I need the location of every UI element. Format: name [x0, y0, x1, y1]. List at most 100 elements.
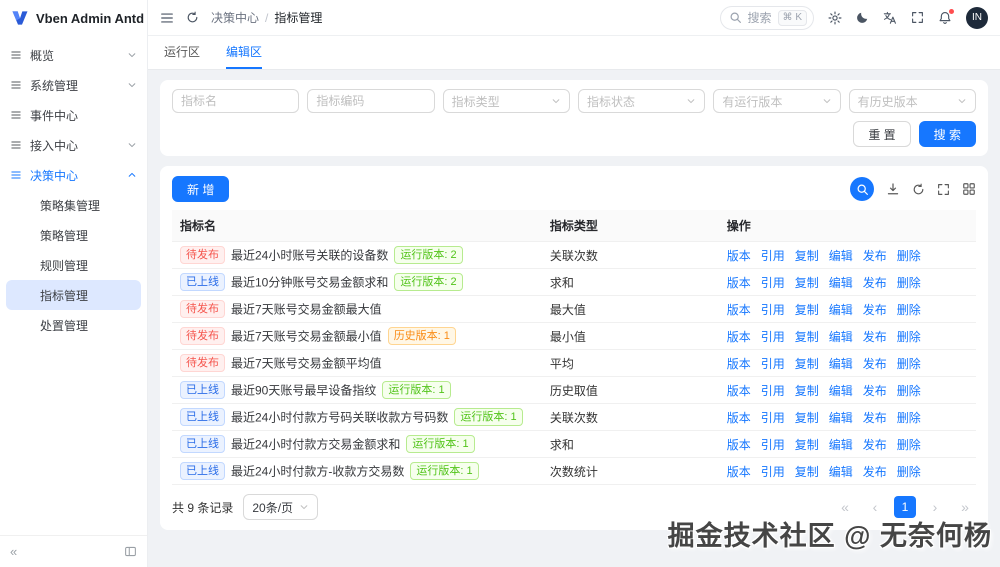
- pagination-prev[interactable]: ‹: [864, 496, 886, 518]
- action-version[interactable]: 版本: [727, 382, 751, 399]
- filter-select[interactable]: 有运行版本: [713, 89, 841, 113]
- action-version[interactable]: 版本: [727, 463, 751, 480]
- filter-select[interactable]: 有历史版本: [848, 89, 976, 113]
- action-copy[interactable]: 复制: [795, 355, 819, 372]
- action-delete[interactable]: 删除: [897, 355, 921, 372]
- menu-toggle-icon[interactable]: [160, 11, 174, 25]
- action-edit[interactable]: 编辑: [829, 274, 853, 291]
- action-copy[interactable]: 复制: [795, 463, 819, 480]
- action-copy[interactable]: 复制: [795, 247, 819, 264]
- sidebar-item[interactable]: 系统管理: [0, 70, 147, 100]
- action-version[interactable]: 版本: [727, 436, 751, 453]
- action-reference[interactable]: 引用: [761, 436, 785, 453]
- pagination-next[interactable]: ›: [924, 496, 946, 518]
- action-copy[interactable]: 复制: [795, 328, 819, 345]
- page-refresh-icon[interactable]: [186, 11, 199, 24]
- download-icon[interactable]: [886, 182, 900, 196]
- action-reference[interactable]: 引用: [761, 301, 785, 318]
- filter-select[interactable]: 指标状态: [577, 89, 706, 113]
- table-row: 待发布 最近7天账号交易金额最小值 历史版本: 1 最小值 版本 引用 复制 编辑 发布 删除: [172, 322, 976, 350]
- action-copy[interactable]: 复制: [795, 436, 819, 453]
- pagination-page-current[interactable]: 1: [894, 496, 916, 518]
- sidebar-item[interactable]: 概览: [0, 40, 147, 70]
- action-reference[interactable]: 引用: [761, 463, 785, 480]
- pagination-first[interactable]: «: [834, 496, 856, 518]
- filter-input-field[interactable]: [316, 94, 426, 108]
- action-reference[interactable]: 引用: [761, 328, 785, 345]
- action-publish[interactable]: 发布: [863, 355, 887, 372]
- filter-input-field[interactable]: [181, 94, 291, 108]
- action-copy[interactable]: 复制: [795, 301, 819, 318]
- pin-sidebar-icon[interactable]: [124, 545, 137, 558]
- action-copy[interactable]: 复制: [795, 382, 819, 399]
- fullscreen-icon[interactable]: [911, 11, 924, 24]
- action-publish[interactable]: 发布: [863, 247, 887, 264]
- action-edit[interactable]: 编辑: [829, 436, 853, 453]
- action-reference[interactable]: 引用: [761, 382, 785, 399]
- action-edit[interactable]: 编辑: [829, 409, 853, 426]
- action-edit[interactable]: 编辑: [829, 301, 853, 318]
- action-copy[interactable]: 复制: [795, 274, 819, 291]
- sidebar-subitem[interactable]: 规则管理: [6, 250, 141, 280]
- sidebar-item[interactable]: 接入中心: [0, 130, 147, 160]
- action-delete[interactable]: 删除: [897, 274, 921, 291]
- breadcrumb-item[interactable]: 决策中心: [211, 9, 259, 26]
- action-publish[interactable]: 发布: [863, 409, 887, 426]
- action-copy[interactable]: 复制: [795, 409, 819, 426]
- action-publish[interactable]: 发布: [863, 301, 887, 318]
- action-version[interactable]: 版本: [727, 247, 751, 264]
- add-button[interactable]: 新 增: [172, 176, 230, 202]
- action-edit[interactable]: 编辑: [829, 247, 853, 264]
- sidebar-subitem[interactable]: 指标管理: [6, 280, 141, 310]
- bell-icon[interactable]: [938, 8, 954, 25]
- table-refresh-icon[interactable]: [912, 183, 925, 196]
- action-delete[interactable]: 删除: [897, 301, 921, 318]
- action-delete[interactable]: 删除: [897, 436, 921, 453]
- action-delete[interactable]: 删除: [897, 328, 921, 345]
- sidebar-item[interactable]: 决策中心: [0, 160, 147, 190]
- action-version[interactable]: 版本: [727, 355, 751, 372]
- moon-icon[interactable]: [856, 11, 869, 24]
- table-search-button[interactable]: [850, 177, 874, 201]
- sidebar-subitem[interactable]: 策略集管理: [6, 190, 141, 220]
- sidebar-item[interactable]: 事件中心: [0, 100, 147, 130]
- page-size-select[interactable]: 20条/页: [243, 494, 319, 520]
- action-delete[interactable]: 删除: [897, 382, 921, 399]
- action-edit[interactable]: 编辑: [829, 355, 853, 372]
- action-delete[interactable]: 删除: [897, 409, 921, 426]
- action-publish[interactable]: 发布: [863, 328, 887, 345]
- action-publish[interactable]: 发布: [863, 463, 887, 480]
- action-version[interactable]: 版本: [727, 328, 751, 345]
- filter-select[interactable]: 指标类型: [442, 89, 570, 113]
- action-reference[interactable]: 引用: [761, 274, 785, 291]
- expand-icon[interactable]: [937, 183, 950, 196]
- search-button[interactable]: 搜 索: [918, 121, 976, 147]
- action-edit[interactable]: 编辑: [829, 463, 853, 480]
- action-publish[interactable]: 发布: [863, 436, 887, 453]
- translate-icon[interactable]: [883, 11, 897, 25]
- action-edit[interactable]: 编辑: [829, 328, 853, 345]
- action-reference[interactable]: 引用: [761, 355, 785, 372]
- column-settings-icon[interactable]: [962, 182, 976, 196]
- pagination-last[interactable]: »: [954, 496, 976, 518]
- tab-run-area[interactable]: 运行区: [164, 36, 200, 69]
- action-version[interactable]: 版本: [727, 274, 751, 291]
- action-publish[interactable]: 发布: [863, 382, 887, 399]
- collapse-sidebar-icon[interactable]: «: [10, 544, 17, 559]
- action-delete[interactable]: 删除: [897, 463, 921, 480]
- action-version[interactable]: 版本: [727, 409, 751, 426]
- sidebar-subitem[interactable]: 处置管理: [6, 310, 141, 340]
- action-edit[interactable]: 编辑: [829, 382, 853, 399]
- user-avatar[interactable]: IN: [966, 6, 988, 29]
- global-search[interactable]: 搜索 ⌘ K: [719, 5, 814, 30]
- action-reference[interactable]: 引用: [761, 409, 785, 426]
- action-delete[interactable]: 删除: [897, 247, 921, 264]
- action-publish[interactable]: 发布: [863, 274, 887, 291]
- action-version[interactable]: 版本: [727, 301, 751, 318]
- app-logo[interactable]: Vben Admin Antd: [0, 0, 147, 36]
- action-reference[interactable]: 引用: [761, 247, 785, 264]
- sidebar-subitem[interactable]: 策略管理: [6, 220, 141, 250]
- reset-button[interactable]: 重 置: [853, 121, 911, 147]
- gear-icon[interactable]: [828, 10, 842, 25]
- tab-edit-area[interactable]: 编辑区: [226, 36, 263, 69]
